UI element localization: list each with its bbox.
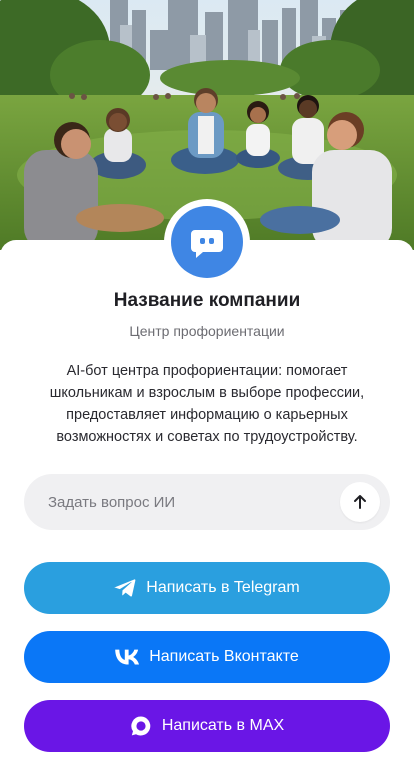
vk-button[interactable]: Написать Вконтакте	[24, 631, 390, 683]
company-description: AI-бот центра профориентации: помогает ш…	[49, 363, 365, 445]
telegram-icon	[114, 579, 136, 597]
avatar-circle	[171, 206, 243, 278]
max-chat-icon	[131, 716, 151, 736]
telegram-button[interactable]: Написать в Telegram	[24, 562, 390, 614]
chat-bot-icon	[191, 230, 223, 258]
ask-ai-box	[24, 474, 390, 530]
vk-button-label: Написать Вконтакте	[149, 648, 299, 665]
vk-icon	[115, 649, 140, 665]
max-button[interactable]: Написать в MAX	[24, 700, 390, 752]
company-name: Название компании	[113, 290, 301, 311]
company-avatar	[164, 199, 250, 285]
send-button[interactable]	[340, 482, 380, 522]
company-subtitle: Центр профориентации	[129, 323, 285, 339]
telegram-button-label: Написать в Telegram	[146, 579, 300, 596]
max-button-label: Написать в MAX	[161, 717, 285, 734]
arrow-up-icon	[354, 495, 366, 509]
ask-ai-input[interactable]	[48, 482, 340, 522]
